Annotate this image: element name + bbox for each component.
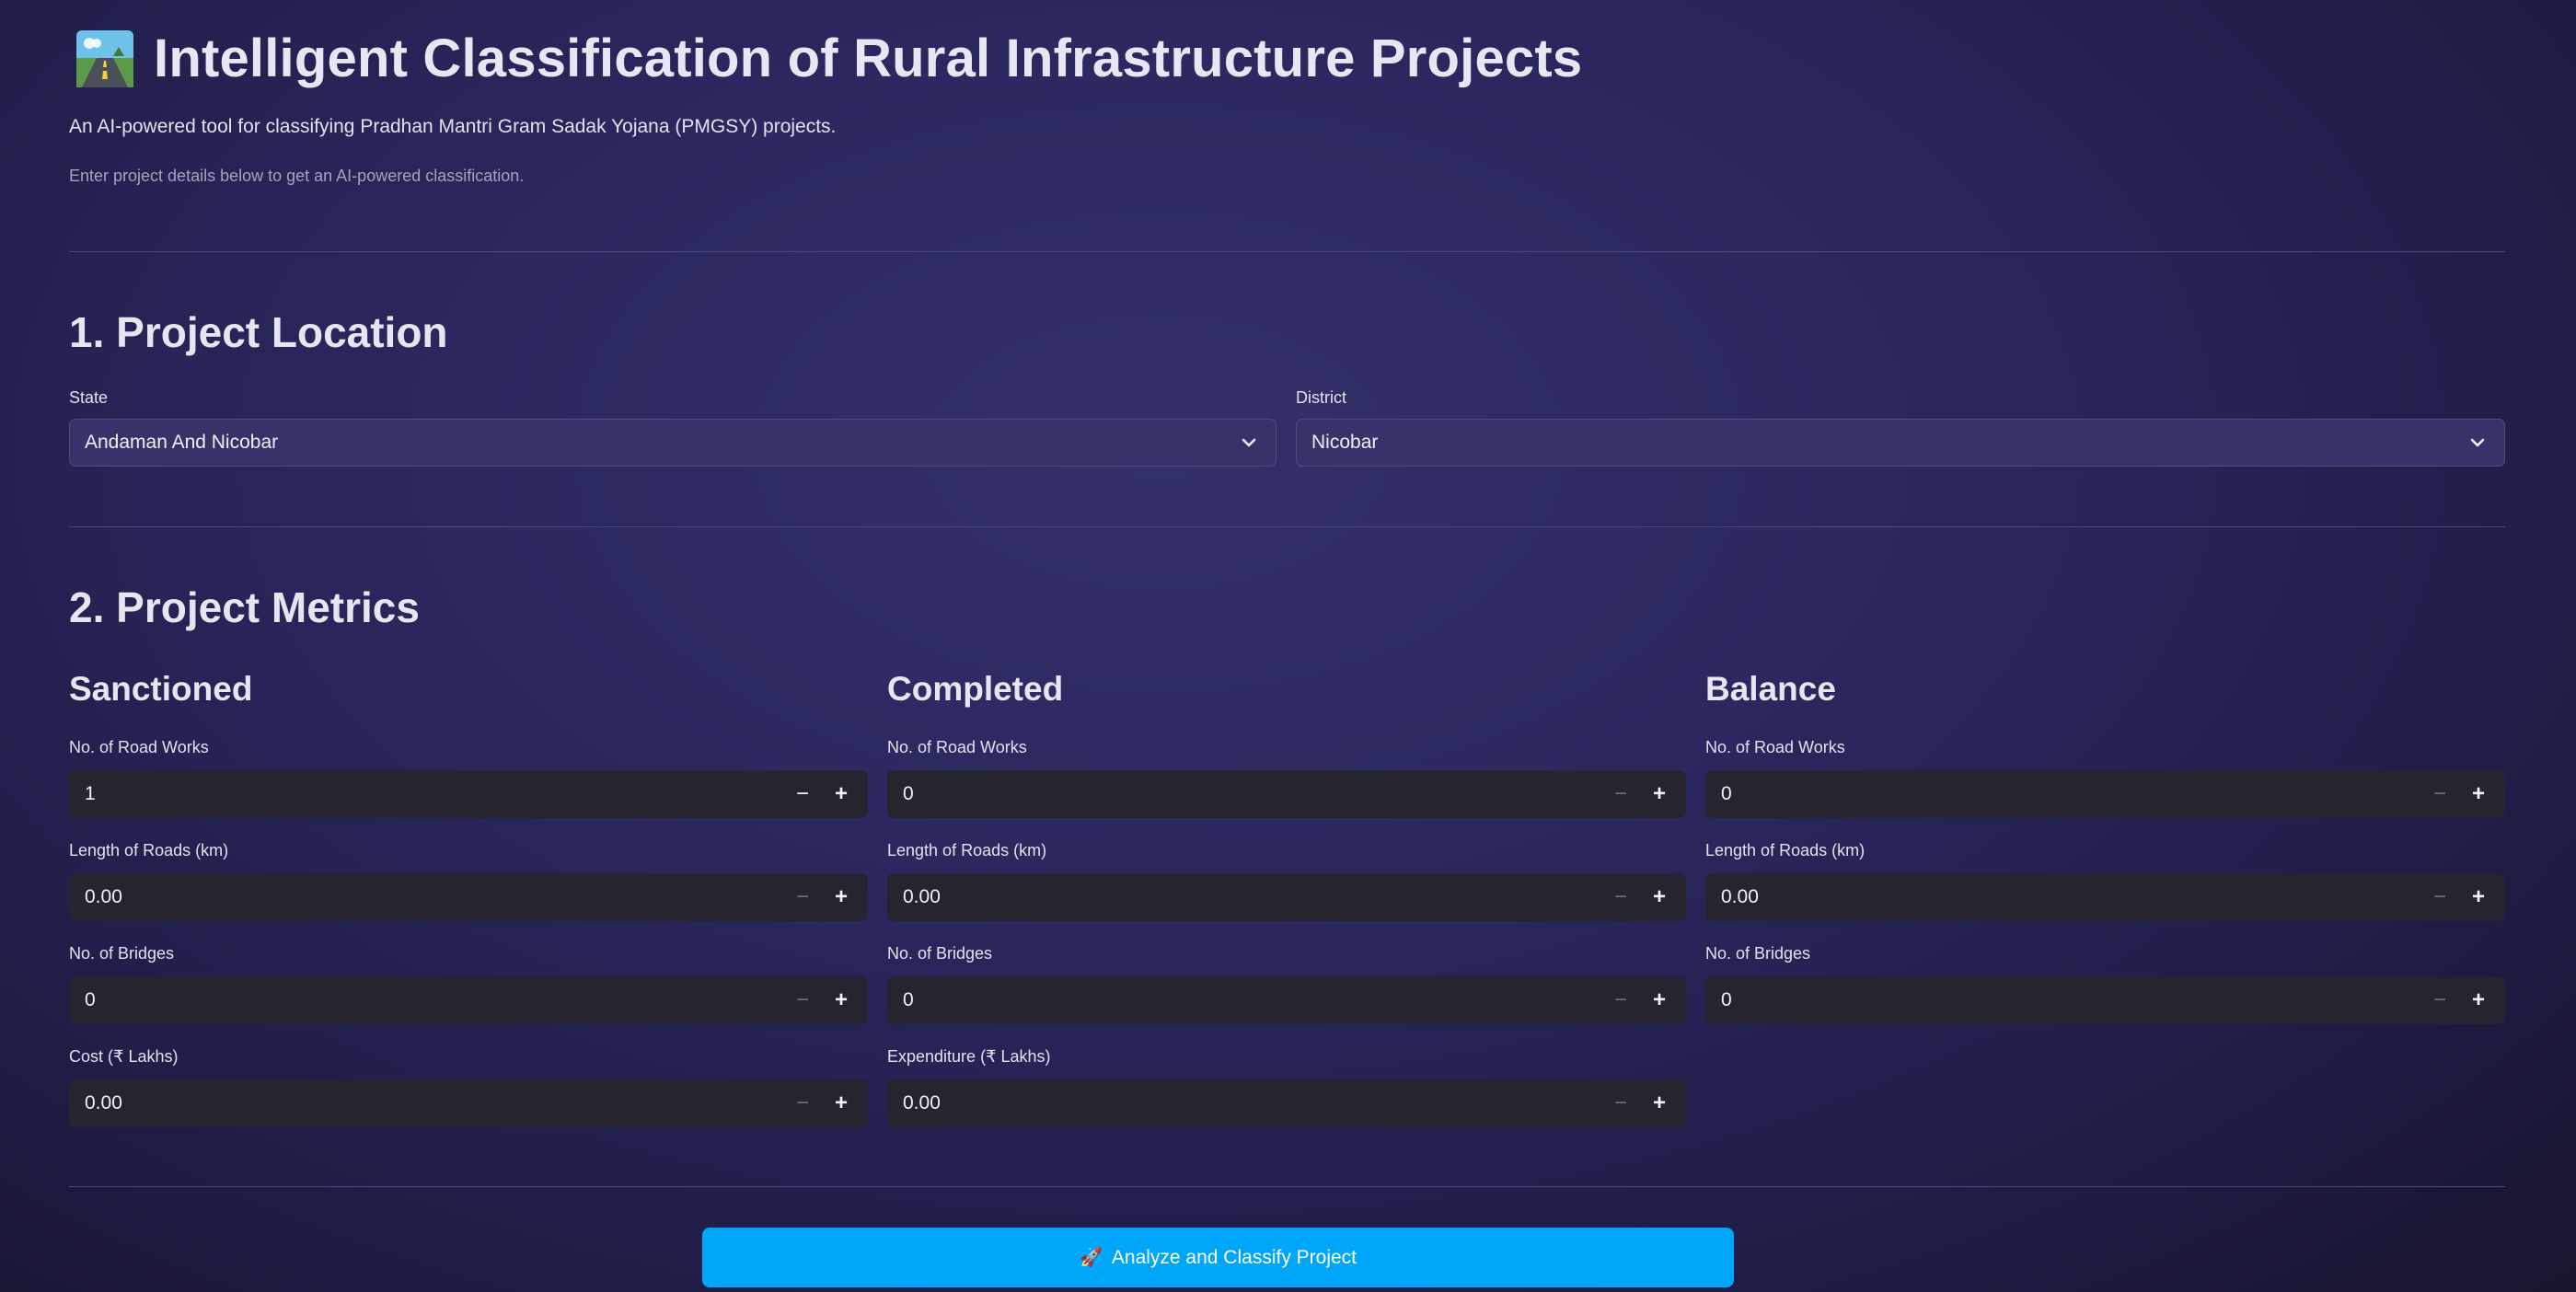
increment-button[interactable]: + [2459, 770, 2498, 818]
input-value: 0.00 [1721, 886, 1759, 907]
increment-button[interactable]: + [1640, 770, 1679, 818]
completed-expenditure-input[interactable]: 0.00 − + [887, 1079, 1686, 1127]
sanctioned-road-works-label: No. of Road Works [69, 738, 209, 756]
district-label: District [1296, 388, 1346, 407]
increment-button[interactable]: + [2459, 976, 2498, 1024]
decrement-button[interactable]: − [783, 770, 822, 818]
sanctioned-bridges-input[interactable]: 0 − + [69, 976, 868, 1024]
divider [69, 1186, 2505, 1187]
input-value: 1 [85, 783, 96, 804]
district-select[interactable]: Nicobar [1296, 419, 2505, 467]
input-value: 0 [85, 989, 96, 1010]
input-value: 0 [1721, 989, 1732, 1010]
increment-button[interactable]: + [822, 873, 861, 921]
completed-road-works-label: No. of Road Works [887, 738, 1027, 756]
sanctioned-bridges-label: No. of Bridges [69, 944, 175, 963]
increment-button[interactable]: + [1640, 873, 1679, 921]
completed-road-works-input[interactable]: 0 − + [887, 770, 1686, 818]
decrement-button[interactable]: − [2420, 770, 2459, 818]
decrement-button[interactable]: − [1601, 770, 1640, 818]
state-select[interactable]: Andaman And Nicobar [69, 419, 1276, 467]
completed-bridges-label: No. of Bridges [887, 944, 993, 963]
chevron-down-icon [1242, 438, 1256, 447]
district-select-value: Nicobar [1311, 432, 1379, 453]
completed-expenditure-label: Expenditure (₹ Lakhs) [887, 1047, 1051, 1066]
input-value: 0.00 [85, 886, 122, 907]
sanctioned-length-label: Length of Roads (km) [69, 841, 229, 859]
completed-heading: Completed [887, 670, 1064, 708]
decrement-button[interactable]: − [1601, 1079, 1640, 1127]
balance-bridges-input[interactable]: 0 − + [1705, 976, 2505, 1024]
metrics-heading: 2. Project Metrics [69, 583, 420, 631]
sanctioned-heading: Sanctioned [69, 670, 253, 708]
increment-button[interactable]: + [1640, 976, 1679, 1024]
divider [69, 251, 2505, 252]
increment-button[interactable]: + [822, 1079, 861, 1127]
sanctioned-cost-label: Cost (₹ Lakhs) [69, 1047, 179, 1066]
input-value: 0 [1721, 783, 1732, 804]
page-subtitle: An AI-powered tool for classifying Pradh… [69, 116, 837, 137]
balance-heading: Balance [1705, 670, 1836, 708]
decrement-button[interactable]: − [2420, 976, 2459, 1024]
decrement-button[interactable]: − [2420, 873, 2459, 921]
decrement-button[interactable]: − [1601, 873, 1640, 921]
title-row: Intelligent Classification of Rural Infr… [76, 28, 1582, 89]
decrement-button[interactable]: − [783, 1079, 822, 1127]
increment-button[interactable]: + [822, 976, 861, 1024]
increment-button[interactable]: + [2459, 873, 2498, 921]
balance-length-input[interactable]: 0.00 − + [1705, 873, 2505, 921]
sanctioned-road-works-input[interactable]: 1 − + [69, 770, 868, 818]
balance-bridges-label: No. of Bridges [1705, 944, 1811, 963]
completed-bridges-input[interactable]: 0 − + [887, 976, 1686, 1024]
decrement-button[interactable]: − [783, 976, 822, 1024]
balance-road-works-label: No. of Road Works [1705, 738, 1845, 756]
input-value: 0 [903, 783, 914, 804]
analyze-classify-button[interactable]: 🚀 Analyze and Classify Project [702, 1228, 1734, 1287]
road-icon [76, 29, 133, 87]
state-select-value: Andaman And Nicobar [85, 432, 279, 453]
input-value: 0.00 [903, 886, 941, 907]
increment-button[interactable]: + [1640, 1079, 1679, 1127]
state-label: State [69, 388, 109, 407]
page-hint: Enter project details below to get an AI… [69, 167, 525, 185]
decrement-button[interactable]: − [783, 873, 822, 921]
sanctioned-cost-input[interactable]: 0.00 − + [69, 1079, 868, 1127]
divider [69, 526, 2505, 527]
analyze-classify-label: Analyze and Classify Project [1111, 1246, 1357, 1268]
sanctioned-length-input[interactable]: 0.00 − + [69, 873, 868, 921]
input-value: 0.00 [85, 1092, 122, 1113]
input-value: 0 [903, 989, 914, 1010]
page-title: Intelligent Classification of Rural Infr… [154, 29, 1583, 88]
input-value: 0.00 [903, 1092, 941, 1113]
balance-length-label: Length of Roads (km) [1705, 841, 1866, 859]
chevron-down-icon [2470, 438, 2485, 447]
decrement-button[interactable]: − [1601, 976, 1640, 1024]
increment-button[interactable]: + [822, 770, 861, 818]
location-heading: 1. Project Location [69, 308, 448, 356]
completed-length-input[interactable]: 0.00 − + [887, 873, 1686, 921]
balance-road-works-input[interactable]: 0 − + [1705, 770, 2505, 818]
rocket-icon: 🚀 [1079, 1248, 1103, 1268]
completed-length-label: Length of Roads (km) [887, 841, 1047, 859]
